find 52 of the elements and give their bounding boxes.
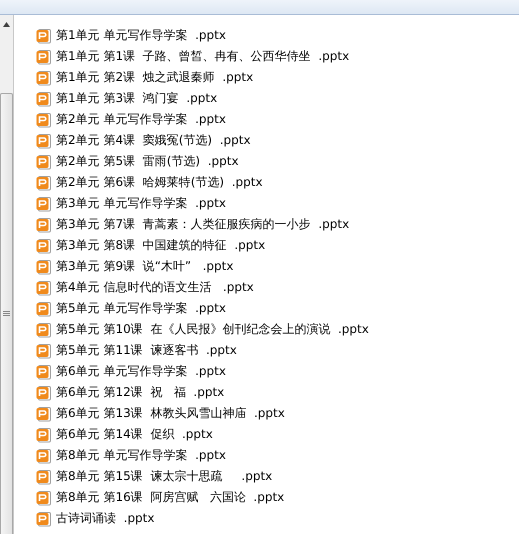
file-name[interactable]: 第8单元 第15课 谏太宗十思疏 .pptx (56, 468, 272, 485)
presentation-file-icon (36, 70, 52, 86)
file-name[interactable]: 第3单元 第9课 说“木叶” .pptx (56, 258, 234, 275)
file-name[interactable]: 第5单元 单元写作导学案 .pptx (56, 300, 226, 317)
presentation-file-icon (36, 448, 52, 464)
file-name[interactable]: 古诗词诵读 .pptx (56, 510, 154, 527)
presentation-file-icon (36, 364, 52, 380)
file-name[interactable]: 第4单元 信息时代的语文生活 .pptx (56, 279, 254, 296)
presentation-file-icon (36, 112, 52, 128)
presentation-file-icon (36, 238, 52, 254)
file-name[interactable]: 第8单元 第16课 阿房宫赋 六国论 .pptx (56, 489, 284, 506)
presentation-file-icon (36, 28, 52, 44)
presentation-file-icon (36, 342, 52, 358)
file-name[interactable]: 第2单元 第5课 雷雨(节选) .pptx (56, 153, 239, 170)
file-name[interactable]: 第5单元 第11课 谏逐客书 .pptx (56, 342, 237, 359)
file-name[interactable]: 第1单元 单元写作导学案 .pptx (56, 27, 226, 44)
file-name[interactable]: 第6单元 第14课 促织 .pptx (56, 426, 213, 443)
file-name[interactable]: 第8单元 单元写作导学案 .pptx (56, 447, 226, 464)
scrollbar-thumb[interactable] (0, 93, 13, 534)
presentation-file-icon (36, 384, 52, 400)
presentation-file-icon (36, 406, 52, 422)
scroll-up-icon[interactable] (3, 22, 10, 27)
file-name[interactable]: 第3单元 单元写作导学案 .pptx (56, 195, 226, 212)
scrollbar[interactable] (0, 15, 14, 534)
file-name[interactable]: 第6单元 单元写作导学案 .pptx (56, 363, 226, 380)
presentation-file-icon (36, 490, 52, 506)
file-name[interactable]: 第1单元 第1课 子路、曾皙、冉有、公西华侍坐 .pptx (56, 48, 350, 65)
file-name[interactable]: 第3单元 第7课 青蒿素：人类征服疾病的一小步 .pptx (56, 216, 350, 233)
presentation-file-icon (36, 468, 52, 484)
presentation-file-icon (36, 174, 52, 190)
presentation-file-icon (36, 300, 52, 316)
file-name[interactable]: 第1单元 第2课 烛之武退秦师 .pptx (56, 69, 254, 86)
file-name[interactable]: 第6单元 第13课 林教头风雪山神庙 .pptx (56, 405, 285, 422)
file-name[interactable]: 第2单元 第4课 窦娥冤(节选) .pptx (56, 132, 251, 149)
presentation-file-icon (36, 280, 52, 296)
file-name[interactable]: 第6单元 第12课 祝 福 .pptx (56, 384, 224, 401)
file-name[interactable]: 第1单元 第3课 鸿门宴 .pptx (56, 90, 218, 107)
presentation-file-icon (36, 510, 52, 526)
presentation-file-icon (36, 90, 52, 106)
presentation-file-icon (36, 258, 52, 274)
presentation-file-icon (36, 132, 52, 148)
presentation-file-icon (36, 196, 52, 212)
presentation-file-icon (36, 154, 52, 170)
presentation-file-icon (36, 216, 52, 232)
file-name[interactable]: 第2单元 第6课 哈姆莱特(节选) .pptx (56, 174, 263, 191)
presentation-file-icon (36, 322, 52, 338)
grip-icon (3, 311, 10, 317)
presentation-file-icon (36, 48, 52, 64)
file-name[interactable]: 第5单元 第10课 在《人民报》创刊纪念会上的演说 .pptx (56, 321, 369, 338)
presentation-file-icon (36, 426, 52, 442)
file-name[interactable]: 第2单元 单元写作导学案 .pptx (56, 111, 226, 128)
file-name[interactable]: 第3单元 第8课 中国建筑的特征 .pptx (56, 237, 266, 254)
